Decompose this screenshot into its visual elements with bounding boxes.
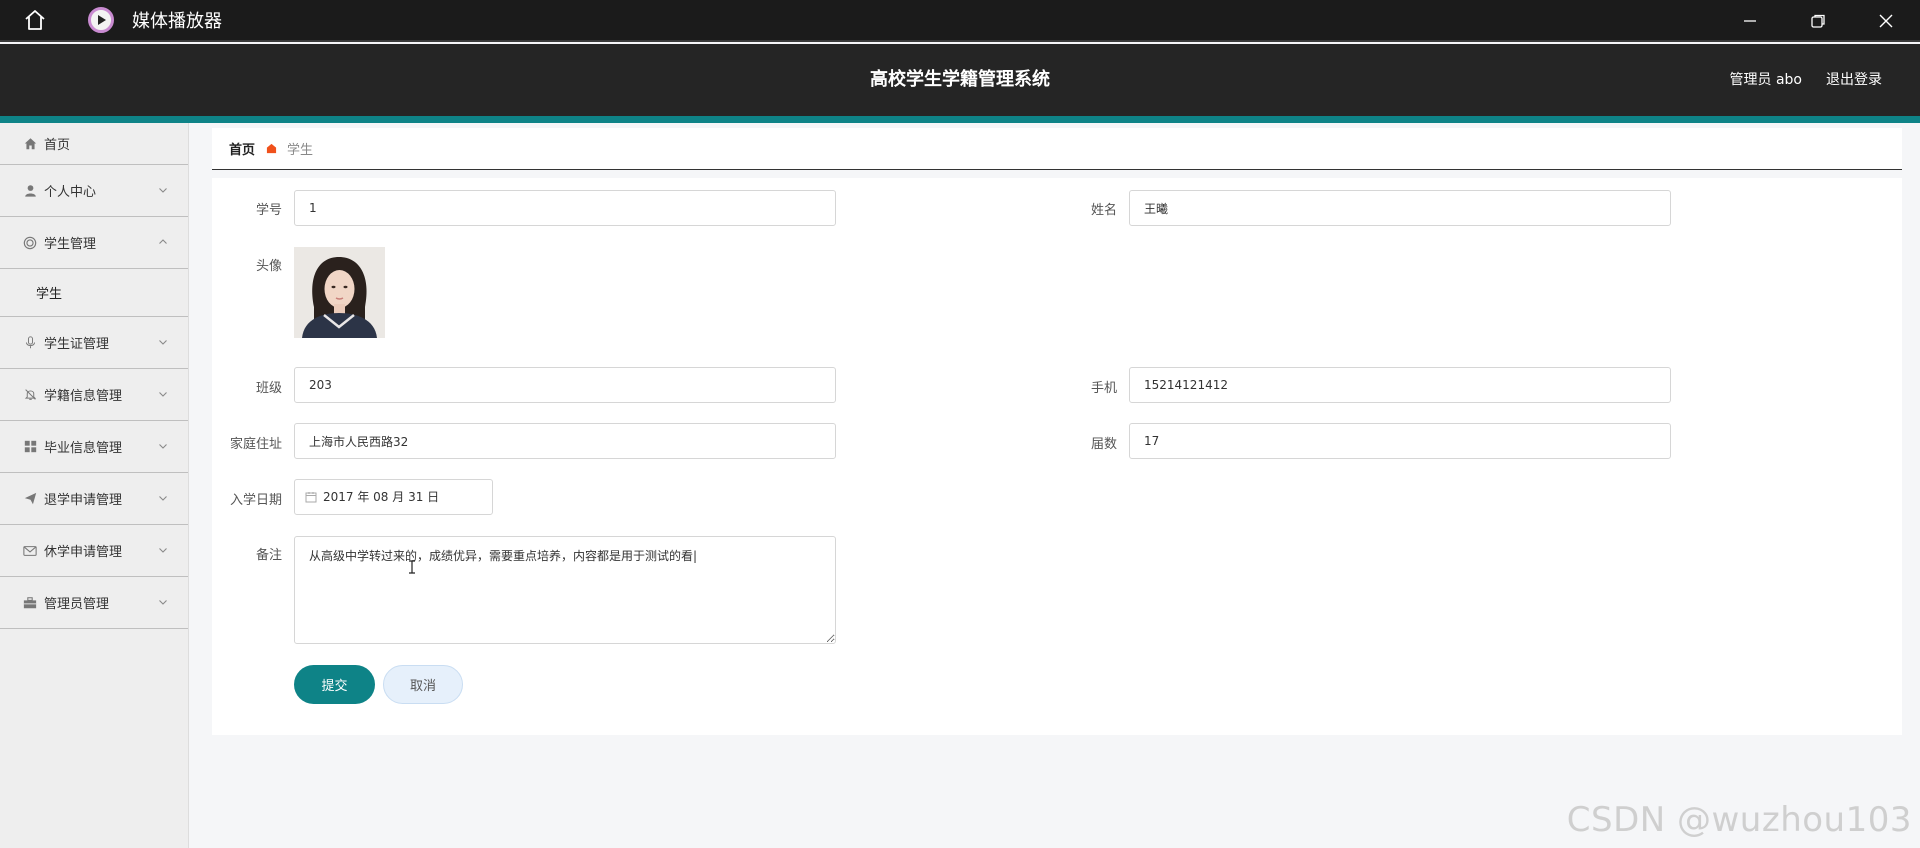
restore-button[interactable] (1784, 0, 1852, 42)
sidebar-item-student-management[interactable]: 学生管理 (0, 217, 188, 269)
user-icon (22, 183, 38, 199)
minimize-icon (1744, 20, 1756, 22)
cancel-button[interactable]: 取消 (383, 665, 463, 704)
sidebar-item-suspension[interactable]: 休学申请管理 (0, 525, 188, 577)
bell-off-icon (22, 387, 38, 403)
enroll-date-value: 2017 年 08 月 31 日 (323, 490, 440, 504)
mail-icon (22, 543, 38, 559)
sidebar-item-label: 首页 (44, 138, 71, 153)
sidebar-item-label: 个人中心 (44, 185, 97, 200)
name-input[interactable] (1129, 190, 1671, 226)
text-cursor-icon (409, 560, 415, 574)
chevron-down-icon (159, 443, 167, 449)
chevron-down-icon (159, 391, 167, 397)
sidebar-item-student-card[interactable]: 学生证管理 (0, 317, 188, 369)
student-id-input[interactable] (294, 190, 836, 226)
avatar-label: 头像 (255, 259, 282, 274)
sidebar-item-withdrawal[interactable]: 退学申请管理 (0, 473, 188, 525)
grid-icon (22, 439, 38, 455)
chevron-up-icon (159, 238, 167, 244)
grade-input[interactable] (1129, 423, 1671, 459)
home-icon (22, 136, 38, 152)
sidebar-subitem-student[interactable]: 学生 (0, 269, 188, 317)
student-form: 学号 姓名 头像 班级 手机 家庭住址 届数 入学日期 2017 年 08 月 … (212, 178, 1902, 735)
remark-label: 备注 (255, 548, 282, 563)
sidebar-item-label: 毕业信息管理 (44, 441, 123, 456)
current-user: 管理员 abo (1729, 72, 1802, 88)
phone-input[interactable] (1129, 367, 1671, 403)
sidebar-item-label: 休学申请管理 (44, 545, 123, 560)
briefcase-icon (22, 595, 38, 611)
media-player-logo-icon (88, 7, 114, 33)
breadcrumb-home[interactable]: 首页 (229, 139, 255, 158)
name-label: 姓名 (1090, 203, 1117, 218)
avatar-image[interactable] (294, 247, 385, 338)
sidebar-item-label: 管理员管理 (44, 597, 110, 612)
restore-icon (1811, 14, 1825, 28)
breadcrumb-current: 学生 (287, 143, 314, 158)
window-controls (1716, 0, 1920, 42)
window-title: 媒体播放器 (132, 11, 222, 32)
window-titlebar: 媒体播放器 (0, 0, 1920, 42)
class-label: 班级 (255, 381, 282, 396)
home-button[interactable] (0, 0, 70, 41)
watermark: CSDN @wuzhou103 (1566, 800, 1912, 840)
microphone-icon (22, 335, 38, 351)
sidebar-item-admin[interactable]: 管理员管理 (0, 577, 188, 629)
student-id-label: 学号 (255, 203, 282, 218)
remark-textarea[interactable]: 从高级中学转过来的，成绩优异，需要重点培养，内容都是用于测试的看| (294, 536, 836, 644)
sidebar-item-enrollment-info[interactable]: 学籍信息管理 (0, 369, 188, 421)
app-title: 高校学生学籍管理系统 (870, 69, 1050, 90)
chevron-down-icon (159, 547, 167, 553)
breadcrumb-separator-icon (265, 143, 277, 155)
logout-link[interactable]: 退出登录 (1826, 44, 1882, 116)
close-icon (1879, 14, 1893, 28)
class-input[interactable] (294, 367, 836, 403)
address-label: 家庭住址 (229, 437, 282, 452)
sidebar-item-label: 学生管理 (44, 237, 97, 252)
chevron-down-icon (159, 599, 167, 605)
breadcrumb: 首页 学生 (212, 128, 1902, 170)
calendar-icon (305, 492, 317, 503)
enroll-date-label: 入学日期 (229, 493, 282, 508)
phone-label: 手机 (1090, 381, 1117, 396)
sidebar-item-label: 学生证管理 (44, 337, 110, 352)
send-icon (22, 491, 38, 507)
sidebar-item-label: 学籍信息管理 (44, 389, 123, 404)
close-button[interactable] (1852, 0, 1920, 42)
address-input[interactable] (294, 423, 836, 459)
sidebar-item-label: 退学申请管理 (44, 493, 123, 508)
chevron-down-icon (159, 339, 167, 345)
submit-button[interactable]: 提交 (294, 665, 375, 704)
header-accent-bar (0, 116, 1920, 123)
chevron-down-icon (159, 187, 167, 193)
home-icon (25, 10, 45, 30)
app-header: 高校学生学籍管理系统 管理员 abo 退出登录 (0, 44, 1920, 116)
minimize-button[interactable] (1716, 0, 1784, 42)
sidebar-item-graduation-info[interactable]: 毕业信息管理 (0, 421, 188, 473)
enroll-date-picker[interactable]: 2017 年 08 月 31 日 (294, 479, 493, 515)
sidebar-item-home[interactable]: 首页 (0, 123, 188, 165)
grade-label: 届数 (1090, 437, 1117, 452)
chevron-down-icon (159, 495, 167, 501)
sidebar: 首页 个人中心 学生管理 学生 学生证管理 学籍信息管理 毕业信息管理 退学申请… (0, 123, 189, 848)
sidebar-item-profile[interactable]: 个人中心 (0, 165, 188, 217)
circle-icon (22, 235, 38, 251)
